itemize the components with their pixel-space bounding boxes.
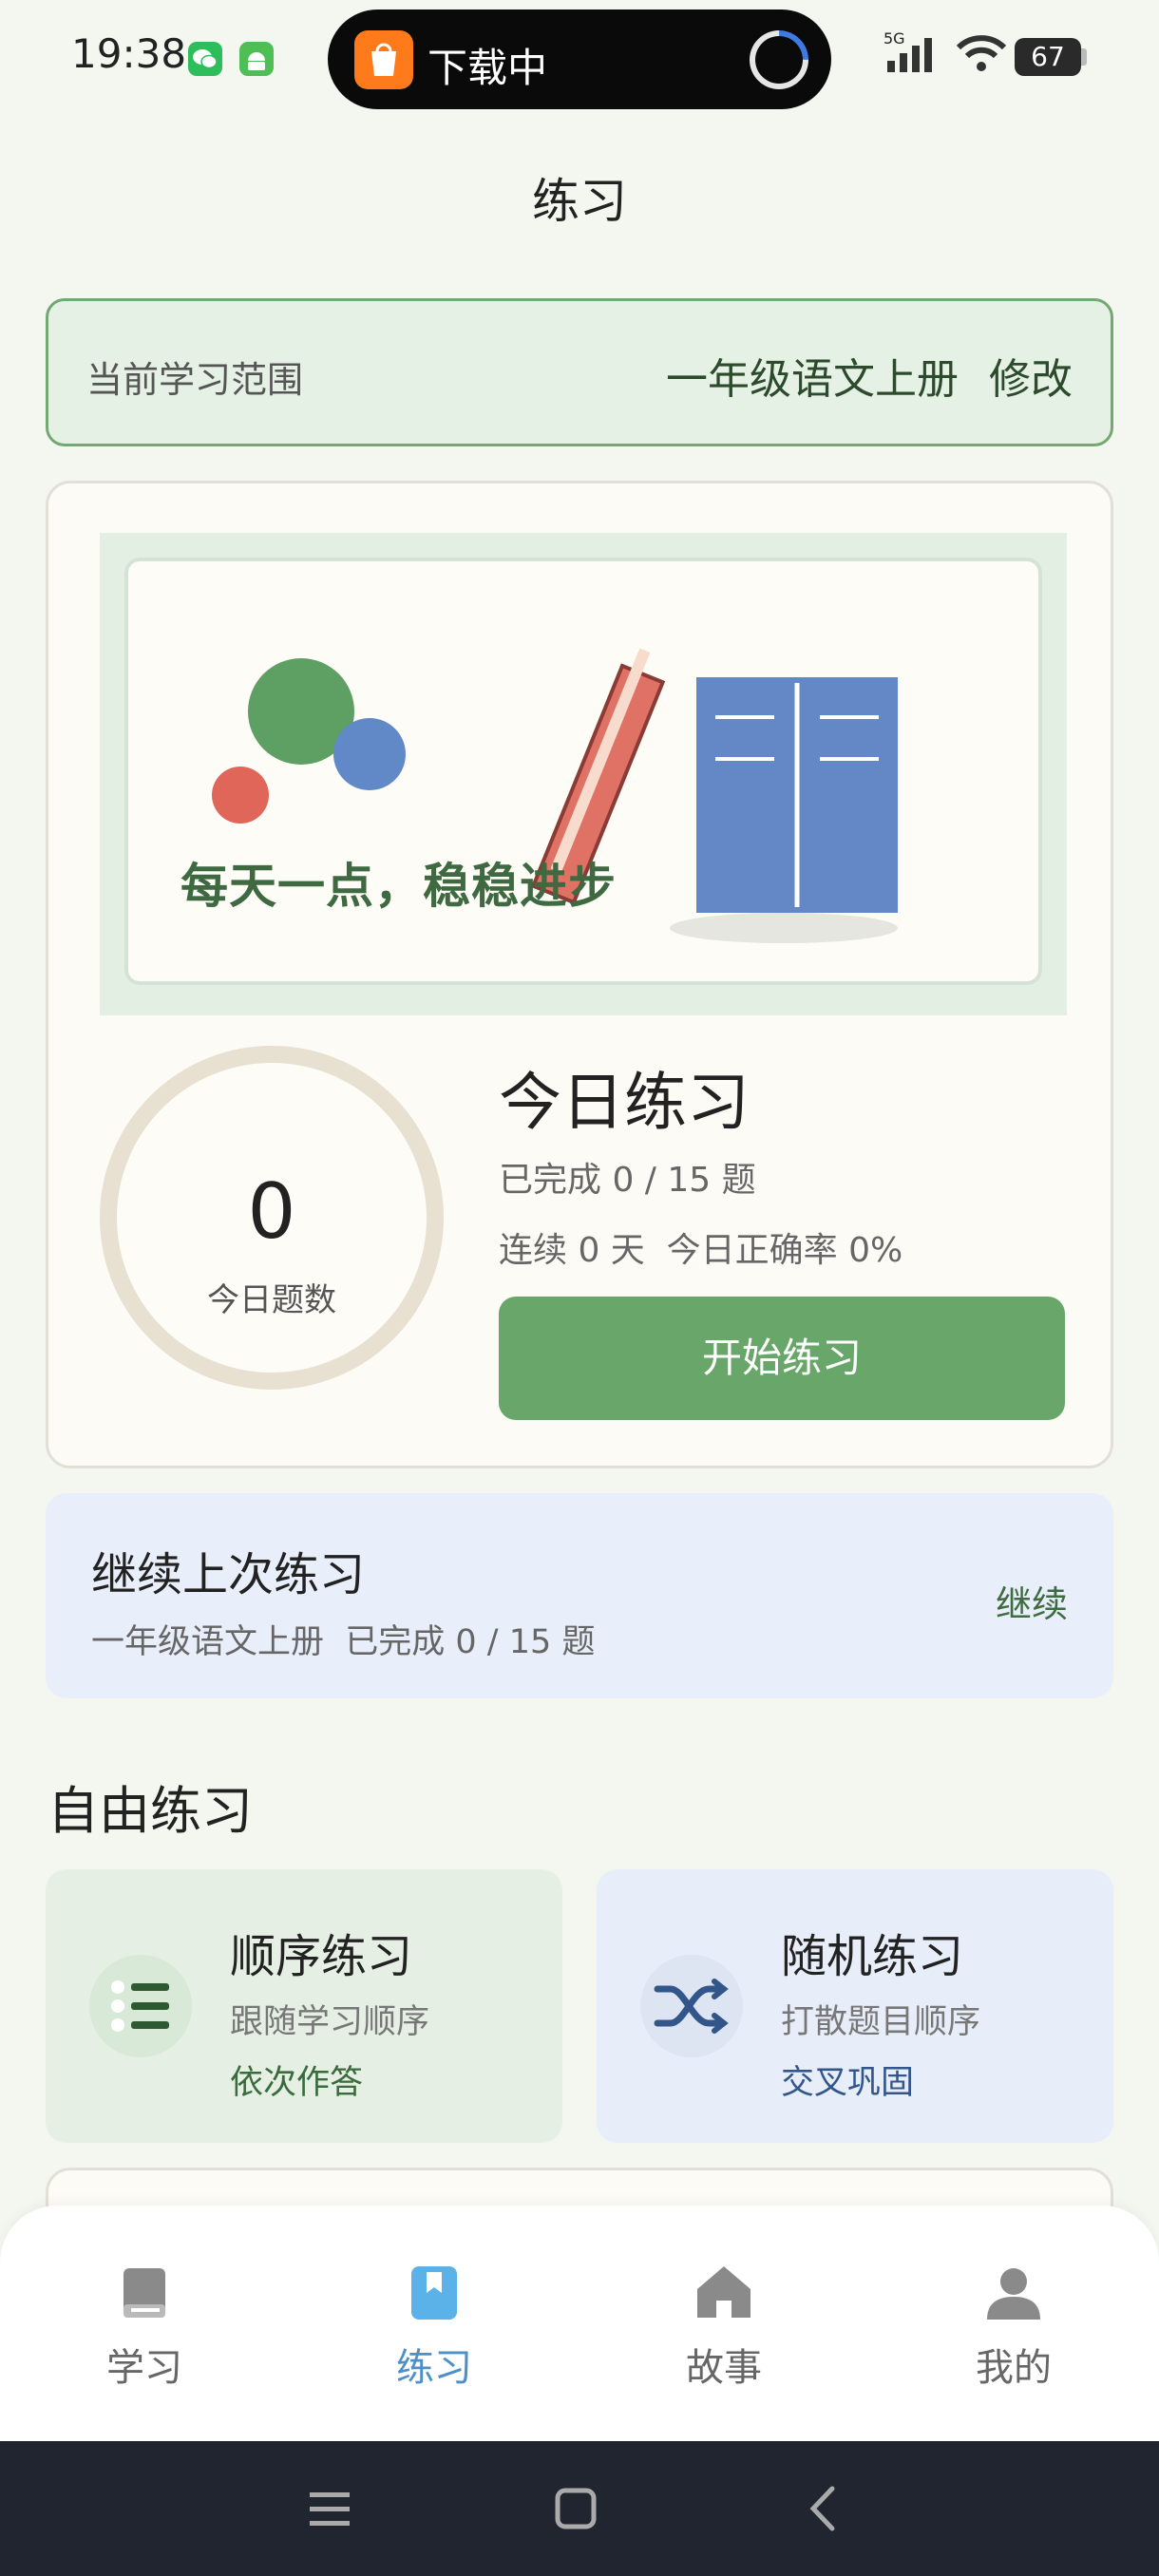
today-count-ring: 0 今日题数 <box>100 1046 444 1390</box>
status-bar: 19:38 下载中 5G 67 <box>0 0 1159 114</box>
tab-mine-label: 我的 <box>976 2346 1052 2390</box>
tab-practice[interactable]: 练习 <box>339 2263 529 2405</box>
signal-icon: 5G <box>884 29 932 72</box>
tab-study-label: 学习 <box>106 2346 182 2390</box>
tab-story[interactable]: 故事 <box>629 2263 819 2405</box>
random-tag: 交叉巩固 <box>781 2064 915 2102</box>
random-title: 随机练习 <box>781 1930 964 1983</box>
edit-scope-button[interactable]: 修改 <box>989 345 1073 406</box>
bottom-tab-bar: 学习 练习 故事 我的 <box>0 2206 1159 2441</box>
status-time: 19:38 <box>71 30 187 77</box>
shuffle-icon <box>640 1955 743 2057</box>
banner-slogan: 每天一点，稳稳进步 <box>180 859 617 914</box>
continue-practice-card[interactable]: 继续上次练习 一年级语文上册 已完成 0 / 15 题 继续 <box>46 1493 1113 1698</box>
user-icon <box>987 2268 1040 2320</box>
wifi-icon <box>956 35 1007 71</box>
wechat-icon <box>188 42 222 76</box>
battery-tip <box>1081 48 1087 66</box>
today-progress: 已完成 0 / 15 题 <box>499 1161 756 1200</box>
tab-study[interactable]: 学习 <box>49 2263 239 2405</box>
download-pill[interactable]: 下载中 <box>328 9 831 109</box>
home-icon <box>697 2266 750 2318</box>
start-practice-button[interactable]: 开始练习 <box>499 1297 1065 1420</box>
study-scope-bar: 当前学习范围 一年级语文上册 修改 <box>46 298 1113 446</box>
menu-icon[interactable] <box>296 2475 363 2542</box>
download-status-text: 下载中 <box>428 45 548 91</box>
android-icon <box>239 42 274 76</box>
scope-label: 当前学习范围 <box>86 359 304 401</box>
today-stats: 连续 0 天 今日正确率 0% <box>499 1231 903 1270</box>
continue-button[interactable]: 继续 <box>996 1575 1068 1627</box>
network-type: 5G <box>884 29 905 47</box>
banner: 每天一点，稳稳进步 <box>100 533 1067 1015</box>
sequential-tag: 依次作答 <box>230 2064 364 2102</box>
today-practice-card: 每天一点，稳稳进步 0 今日题数 今日练习 已完成 0 / 15 题 连续 0 … <box>46 481 1113 1468</box>
today-count: 0 <box>247 1167 296 1256</box>
random-desc: 打散题目顺序 <box>781 2003 981 2041</box>
battery-icon: 67 <box>1015 38 1081 76</box>
home-button-icon[interactable] <box>542 2475 609 2542</box>
blue-circle-shape <box>333 718 406 790</box>
random-practice-card[interactable]: 随机练习 打散题目顺序 交叉巩固 <box>597 1869 1113 2143</box>
bookmark-icon <box>411 2266 457 2320</box>
download-progress-icon <box>737 18 821 102</box>
tab-mine[interactable]: 我的 <box>919 2263 1109 2405</box>
today-title: 今日练习 <box>499 1066 750 1139</box>
banner-illustration: 每天一点，稳稳进步 <box>124 558 1042 985</box>
sequential-title: 顺序练习 <box>230 1930 413 1983</box>
system-nav-bar <box>0 2441 1159 2576</box>
continue-title: 继续上次练习 <box>91 1548 366 1601</box>
book-icon <box>124 2268 165 2318</box>
tab-practice-label: 练习 <box>396 2346 472 2390</box>
page-title: 练习 <box>532 174 627 229</box>
red-circle-shape <box>212 767 269 824</box>
mi-store-icon <box>354 30 413 89</box>
back-icon[interactable] <box>790 2475 857 2542</box>
free-practice-title: 自由练习 <box>48 1781 253 1841</box>
list-icon <box>89 1955 192 2057</box>
continue-subtitle: 一年级语文上册 已完成 0 / 15 题 <box>91 1623 596 1661</box>
sequential-practice-card[interactable]: 顺序练习 跟随学习顺序 依次作答 <box>46 1869 562 2143</box>
scope-value: 一年级语文上册 <box>666 355 959 404</box>
shadow-shape <box>670 913 898 943</box>
today-count-label: 今日题数 <box>207 1281 336 1319</box>
tab-story-label: 故事 <box>686 2346 762 2390</box>
sequential-desc: 跟随学习顺序 <box>230 2003 430 2041</box>
